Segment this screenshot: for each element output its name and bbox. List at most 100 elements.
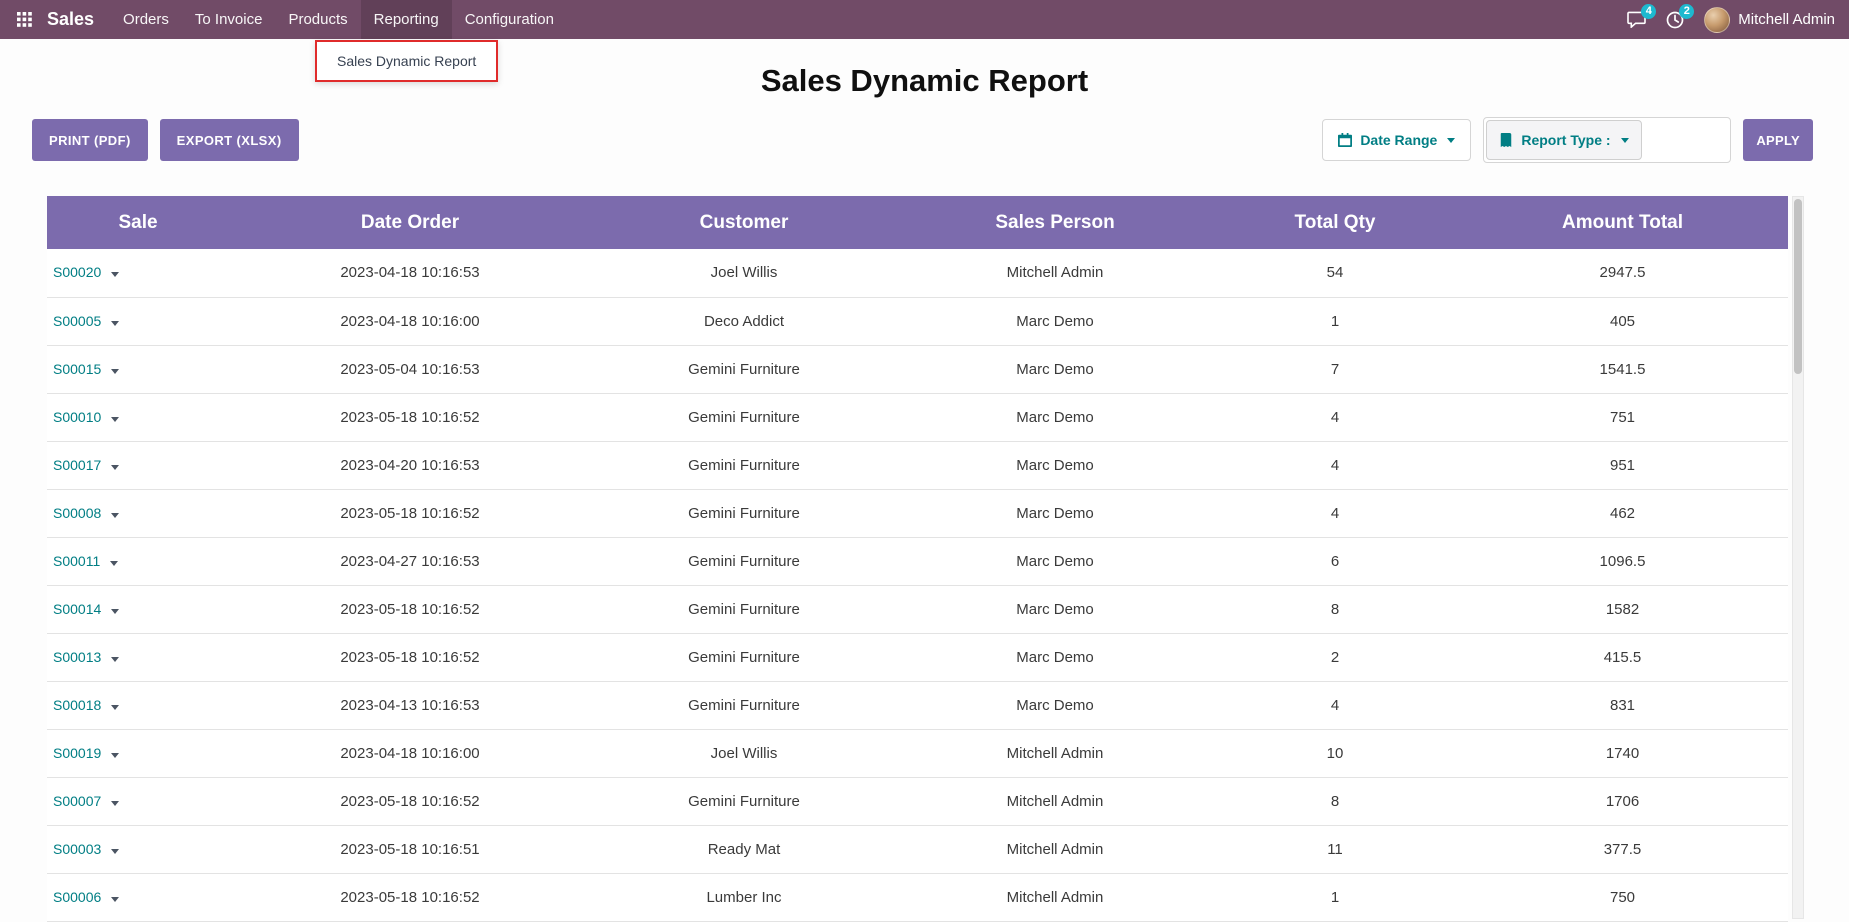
report-type-dropdown[interactable]: Report Type : bbox=[1486, 120, 1641, 160]
sales-report-table: Sale Date Order Customer Sales Person To… bbox=[47, 196, 1788, 922]
sales-person-cell: Mitchell Admin bbox=[897, 873, 1213, 921]
date-order-cell: 2023-04-13 10:16:53 bbox=[229, 681, 591, 729]
total-qty-cell: 1 bbox=[1213, 873, 1457, 921]
vertical-scrollbar[interactable] bbox=[1792, 196, 1804, 919]
menu-reporting[interactable]: Reporting bbox=[361, 0, 452, 39]
row-caret-down-icon[interactable] bbox=[110, 561, 118, 566]
sale-order-link[interactable]: S00015 bbox=[53, 361, 101, 377]
report-type-label: Report Type : bbox=[1521, 132, 1610, 148]
sale-order-link[interactable]: S00018 bbox=[53, 697, 101, 713]
sale-cell: S00005 bbox=[47, 297, 229, 345]
messages-button[interactable]: 4 bbox=[1627, 11, 1646, 28]
customer-cell: Gemini Furniture bbox=[591, 681, 897, 729]
menu-to-invoice[interactable]: To Invoice bbox=[182, 0, 276, 39]
grid-icon bbox=[17, 12, 32, 27]
row-caret-down-icon[interactable] bbox=[111, 897, 119, 902]
customer-cell: Gemini Furniture bbox=[591, 633, 897, 681]
sale-order-link[interactable]: S00007 bbox=[53, 793, 101, 809]
sale-order-link[interactable]: S00017 bbox=[53, 457, 101, 473]
total-qty-cell: 4 bbox=[1213, 393, 1457, 441]
row-caret-down-icon[interactable] bbox=[111, 657, 119, 662]
row-caret-down-icon[interactable] bbox=[111, 609, 119, 614]
sale-order-link[interactable]: S00011 bbox=[53, 553, 100, 569]
user-menu[interactable]: Mitchell Admin bbox=[1704, 7, 1835, 33]
sale-cell: S00017 bbox=[47, 441, 229, 489]
header-sales-person: Sales Person bbox=[897, 196, 1213, 249]
sale-cell: S00007 bbox=[47, 777, 229, 825]
print-pdf-button[interactable]: PRINT (PDF) bbox=[32, 119, 148, 161]
amount-total-cell: 1582 bbox=[1457, 585, 1788, 633]
sale-cell: S00006 bbox=[47, 873, 229, 921]
row-caret-down-icon[interactable] bbox=[111, 753, 119, 758]
sale-cell: S00013 bbox=[47, 633, 229, 681]
report-type-group: Report Type : bbox=[1483, 117, 1731, 163]
sale-cell: S00008 bbox=[47, 489, 229, 537]
amount-total-cell: 462 bbox=[1457, 489, 1788, 537]
sale-order-link[interactable]: S00010 bbox=[53, 409, 101, 425]
report-toolbar: PRINT (PDF) EXPORT (XLSX) Date Range Rep… bbox=[32, 117, 1813, 163]
table-row: S00018 2023-04-13 10:16:53 Gemini Furnit… bbox=[47, 681, 1788, 729]
date-order-cell: 2023-04-27 10:16:53 bbox=[229, 537, 591, 585]
row-caret-down-icon[interactable] bbox=[111, 849, 119, 854]
date-order-cell: 2023-04-18 10:16:53 bbox=[229, 249, 591, 297]
table-row: S00011 2023-04-27 10:16:53 Gemini Furnit… bbox=[47, 537, 1788, 585]
sale-order-link[interactable]: S00014 bbox=[53, 601, 101, 617]
header-sale: Sale bbox=[47, 196, 229, 249]
row-caret-down-icon[interactable] bbox=[111, 417, 119, 422]
sale-order-link[interactable]: S00013 bbox=[53, 649, 101, 665]
menu-products[interactable]: Products bbox=[275, 0, 360, 39]
customer-cell: Gemini Furniture bbox=[591, 489, 897, 537]
reporting-dropdown: Sales Dynamic Report bbox=[315, 40, 498, 82]
sale-cell: S00014 bbox=[47, 585, 229, 633]
total-qty-cell: 6 bbox=[1213, 537, 1457, 585]
sale-order-link[interactable]: S00006 bbox=[53, 889, 101, 905]
export-xlsx-button[interactable]: EXPORT (XLSX) bbox=[160, 119, 299, 161]
sale-cell: S00015 bbox=[47, 345, 229, 393]
table-row: S00006 2023-05-18 10:16:52 Lumber Inc Mi… bbox=[47, 873, 1788, 921]
row-caret-down-icon[interactable] bbox=[111, 272, 119, 277]
sales-person-cell: Mitchell Admin bbox=[897, 777, 1213, 825]
table-row: S00010 2023-05-18 10:16:52 Gemini Furnit… bbox=[47, 393, 1788, 441]
sale-order-link[interactable]: S00019 bbox=[53, 745, 101, 761]
sales-person-cell: Mitchell Admin bbox=[897, 249, 1213, 297]
app-brand[interactable]: Sales bbox=[47, 9, 94, 30]
sale-order-link[interactable]: S00005 bbox=[53, 313, 101, 329]
table-row: S00003 2023-05-18 10:16:51 Ready Mat Mit… bbox=[47, 825, 1788, 873]
apps-grid-icon[interactable] bbox=[8, 12, 41, 27]
total-qty-cell: 4 bbox=[1213, 489, 1457, 537]
customer-cell: Ready Mat bbox=[591, 825, 897, 873]
total-qty-cell: 11 bbox=[1213, 825, 1457, 873]
sales-person-cell: Marc Demo bbox=[897, 393, 1213, 441]
customer-cell: Deco Addict bbox=[591, 297, 897, 345]
date-range-dropdown[interactable]: Date Range bbox=[1322, 119, 1471, 161]
row-caret-down-icon[interactable] bbox=[111, 513, 119, 518]
menu-item-sales-dynamic-report[interactable]: Sales Dynamic Report bbox=[317, 42, 496, 80]
apply-button[interactable]: APPLY bbox=[1743, 119, 1813, 161]
sale-order-link[interactable]: S00003 bbox=[53, 841, 101, 857]
menu-configuration[interactable]: Configuration bbox=[452, 0, 567, 39]
sale-order-link[interactable]: S00008 bbox=[53, 505, 101, 521]
sales-person-cell: Marc Demo bbox=[897, 681, 1213, 729]
customer-cell: Joel Willis bbox=[591, 249, 897, 297]
date-order-cell: 2023-04-18 10:16:00 bbox=[229, 297, 591, 345]
row-caret-down-icon[interactable] bbox=[111, 465, 119, 470]
activities-button[interactable]: 2 bbox=[1666, 11, 1684, 29]
total-qty-cell: 7 bbox=[1213, 345, 1457, 393]
amount-total-cell: 377.5 bbox=[1457, 825, 1788, 873]
row-caret-down-icon[interactable] bbox=[111, 369, 119, 374]
customer-cell: Gemini Furniture bbox=[591, 585, 897, 633]
row-caret-down-icon[interactable] bbox=[111, 321, 119, 326]
scrollbar-thumb[interactable] bbox=[1794, 199, 1802, 374]
date-range-label: Date Range bbox=[1360, 132, 1437, 148]
row-caret-down-icon[interactable] bbox=[111, 801, 119, 806]
menu-orders[interactable]: Orders bbox=[110, 0, 182, 39]
sale-order-link[interactable]: S00020 bbox=[53, 264, 101, 280]
table-row: S00008 2023-05-18 10:16:52 Gemini Furnit… bbox=[47, 489, 1788, 537]
sale-cell: S00003 bbox=[47, 825, 229, 873]
table-row: S00013 2023-05-18 10:16:52 Gemini Furnit… bbox=[47, 633, 1788, 681]
row-caret-down-icon[interactable] bbox=[111, 705, 119, 710]
total-qty-cell: 8 bbox=[1213, 777, 1457, 825]
navbar-systray: 4 2 Mitchell Admin bbox=[1627, 7, 1835, 33]
table-row: S00015 2023-05-04 10:16:53 Gemini Furnit… bbox=[47, 345, 1788, 393]
sales-person-cell: Marc Demo bbox=[897, 585, 1213, 633]
